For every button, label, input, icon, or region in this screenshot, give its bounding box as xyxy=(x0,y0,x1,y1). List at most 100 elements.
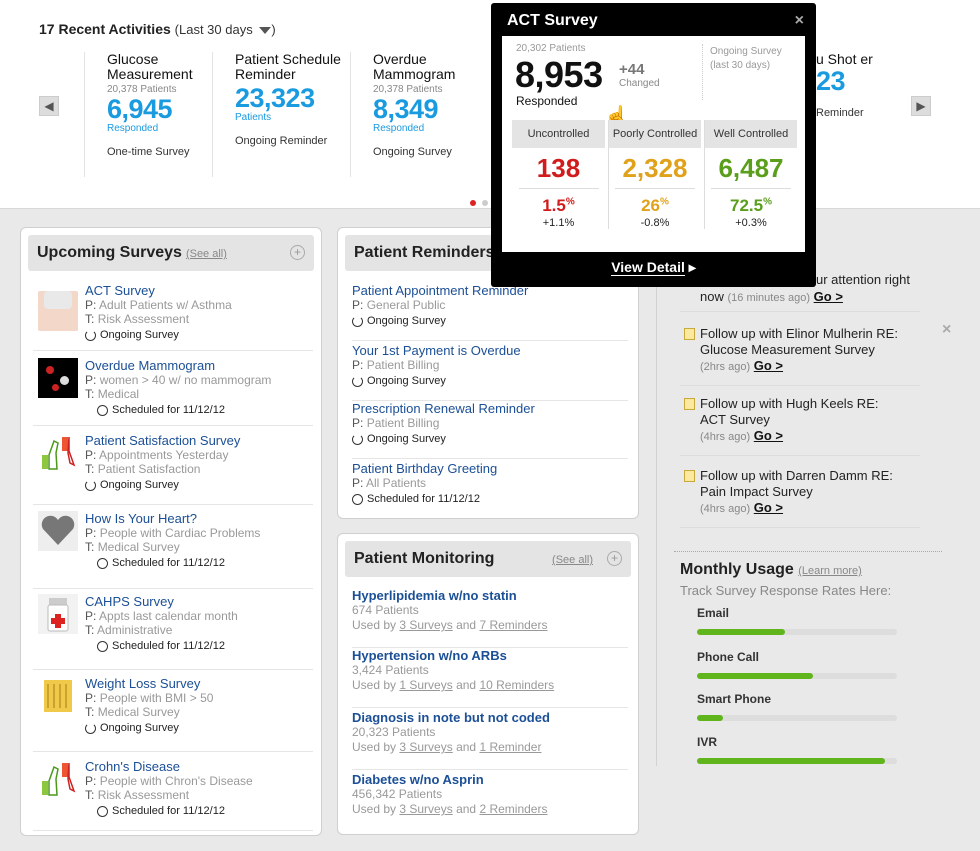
learn-more-link[interactable]: (Learn more) xyxy=(798,565,862,577)
task-item[interactable]: Follow up with Darren Damm RE: Pain Impac… xyxy=(680,468,920,528)
task-text: Follow up with Hugh Keels RE: ACT Survey(… xyxy=(700,396,879,443)
column-value: 6,487 xyxy=(718,153,784,183)
column-percent: 26% xyxy=(641,196,669,215)
survey-item[interactable]: How Is Your Heart? P: People with Cardiac… xyxy=(33,511,313,589)
usage-bar-label: IVR xyxy=(697,735,718,749)
column-value: 2,328 xyxy=(622,153,688,183)
survey-title[interactable]: Overdue Mammogram xyxy=(85,358,271,373)
reminder-population: P: General Public xyxy=(352,298,446,312)
reminder-item[interactable]: Your 1st Payment is Overdue P: Patient Bi… xyxy=(352,343,628,401)
clock-icon xyxy=(97,404,108,416)
reminder-item[interactable]: Patient Birthday Greeting P: All Patients… xyxy=(352,461,628,511)
survey-title[interactable]: CAHPS Survey xyxy=(85,594,238,609)
reminder-title[interactable]: Patient Birthday Greeting xyxy=(352,461,628,476)
survey-title[interactable]: Patient Satisfaction Survey xyxy=(85,433,240,448)
reminders-link[interactable]: 7 Reminders xyxy=(479,618,547,632)
panel-header: Patient Monitoring (See all) + xyxy=(345,541,631,577)
survey-item[interactable]: Weight Loss Survey P: People with BMI > 5… xyxy=(33,676,313,752)
survey-item[interactable]: Crohn's Disease P: People with Chron's Di… xyxy=(33,759,313,831)
usage-bar xyxy=(697,673,897,679)
go-link[interactable]: Go > xyxy=(754,500,783,515)
carousel-prev-button[interactable]: ◀ xyxy=(39,96,59,116)
see-all-link[interactable]: (See all) xyxy=(552,554,593,566)
column-delta: +1.1% xyxy=(542,217,575,229)
monitoring-title[interactable]: Hypertension w/no ARBs xyxy=(352,648,628,663)
survey-population: P: People with Cardiac Problems xyxy=(85,526,261,540)
survey-item[interactable]: Overdue Mammogram P: women > 40 w/ no mam… xyxy=(33,358,313,426)
reminders-link[interactable]: 1 Reminder xyxy=(479,740,541,754)
survey-item[interactable]: Patient Satisfaction Survey P: Appointmen… xyxy=(33,433,313,505)
monitoring-item[interactable]: Diabetes w/no Asprin 456,342 Patients Used… xyxy=(352,772,628,832)
monitoring-count: 3,424 Patients xyxy=(352,663,429,677)
reminder-item[interactable]: Patient Appointment Reminder P: General P… xyxy=(352,283,628,341)
monitoring-count: 20,323 Patients xyxy=(352,725,436,739)
see-all-link[interactable]: (See all) xyxy=(186,248,227,260)
monthly-usage-subtitle: Track Survey Response Rates Here: xyxy=(680,583,892,598)
monitoring-usage: Used by 3 Surveys and 7 Reminders xyxy=(352,618,548,632)
reminder-status: Ongoing Survey xyxy=(352,375,628,387)
survey-population: P: Appts last calendar month xyxy=(85,609,238,623)
column-delta: +0.3% xyxy=(735,217,767,229)
reminder-population: P: Patient Billing xyxy=(352,416,440,430)
surveys-link[interactable]: 3 Surveys xyxy=(399,740,452,754)
survey-status: Ongoing Survey xyxy=(85,479,240,491)
column-delta: -0.8% xyxy=(640,217,670,229)
usage-bar-fill xyxy=(697,715,723,721)
range-selector[interactable]: (Last 30 days ) xyxy=(175,22,276,37)
dismiss-icon[interactable]: × xyxy=(942,321,951,339)
survey-status: Scheduled for 11/12/12 xyxy=(97,557,260,569)
reminder-item[interactable]: Prescription Renewal Reminder P: Patient … xyxy=(352,401,628,459)
add-icon[interactable]: + xyxy=(607,551,622,566)
go-link[interactable]: Go > xyxy=(754,358,783,373)
close-icon[interactable]: × xyxy=(795,12,804,30)
survey-title[interactable]: Crohn's Disease xyxy=(85,759,253,774)
chevron-down-icon[interactable] xyxy=(259,27,272,35)
popup-change-label: Changed xyxy=(619,78,660,89)
survey-population: P: People with Chron's Disease xyxy=(85,774,253,788)
monitoring-title[interactable]: Diabetes w/no Asprin xyxy=(352,772,628,787)
carousel-next-button[interactable]: ▶ xyxy=(911,96,931,116)
column-value: 138 xyxy=(536,153,581,183)
activity-card[interactable]: Glucose Measurement 20,378 Patients 6,94… xyxy=(84,52,216,177)
activity-card[interactable]: Patient Schedule Reminder 23,323 Patient… xyxy=(212,52,352,177)
monitoring-item[interactable]: Hyperlipidemia w/no statin 674 Patients Us… xyxy=(352,588,628,648)
task-item[interactable]: Follow up with Hugh Keels RE: ACT Survey(… xyxy=(680,396,920,456)
view-detail-link[interactable]: View Detail ▸ xyxy=(491,259,816,276)
go-link[interactable]: Go > xyxy=(754,428,783,443)
survey-item[interactable]: ACT Survey P: Adult Patients w/ Asthma T: … xyxy=(33,283,313,351)
reminders-link[interactable]: 10 Reminders xyxy=(479,678,554,692)
usage-bar-fill xyxy=(697,629,785,635)
clock-icon xyxy=(97,805,108,817)
inhaler-icon xyxy=(38,283,78,331)
monitoring-title[interactable]: Hyperlipidemia w/no statin xyxy=(352,588,628,603)
reminder-title[interactable]: Prescription Renewal Reminder xyxy=(352,401,628,416)
surveys-link[interactable]: 3 Surveys xyxy=(399,802,452,816)
survey-status: Ongoing Survey xyxy=(85,722,213,734)
popup-responded-label: Responded xyxy=(516,94,578,108)
task-item[interactable]: Follow up with Elinor Mulherin RE: Glucos… xyxy=(680,326,920,386)
surveys-link[interactable]: 1 Surveys xyxy=(399,678,452,692)
popup-content: 20,302 Patients 8,953 Responded +44 Chan… xyxy=(502,36,805,252)
reminder-title[interactable]: Your 1st Payment is Overdue xyxy=(352,343,628,358)
task-text: Follow up with Darren Damm RE: Pain Impac… xyxy=(700,468,893,515)
survey-title[interactable]: ACT Survey xyxy=(85,283,232,298)
column-header: Uncontrolled xyxy=(512,120,605,148)
monitoring-item[interactable]: Hypertension w/no ARBs 3,424 Patients Used… xyxy=(352,648,628,708)
monitoring-item[interactable]: Diagnosis in note but not coded 20,323 Pa… xyxy=(352,710,628,770)
molecule-icon xyxy=(38,358,78,398)
survey-title[interactable]: Weight Loss Survey xyxy=(85,676,213,691)
monitoring-title[interactable]: Diagnosis in note but not coded xyxy=(352,710,628,725)
popup-patients: 20,302 Patients xyxy=(516,43,586,54)
survey-type: T: Medical Survey xyxy=(85,540,180,554)
activity-card[interactable]: Overdue Mammogram 20,378 Patients 8,349 … xyxy=(350,52,490,177)
surveys-link[interactable]: 3 Surveys xyxy=(399,618,452,632)
reminders-link[interactable]: 2 Reminders xyxy=(479,802,547,816)
monitoring-usage: Used by 3 Surveys and 1 Reminder xyxy=(352,740,542,754)
heart-icon xyxy=(38,511,78,551)
note-icon xyxy=(684,398,695,410)
add-icon[interactable]: + xyxy=(290,245,305,260)
go-link[interactable]: Go > xyxy=(814,289,843,304)
refresh-icon xyxy=(85,722,96,734)
survey-item[interactable]: CAHPS Survey P: Appts last calendar month… xyxy=(33,594,313,670)
survey-title[interactable]: How Is Your Heart? xyxy=(85,511,260,526)
